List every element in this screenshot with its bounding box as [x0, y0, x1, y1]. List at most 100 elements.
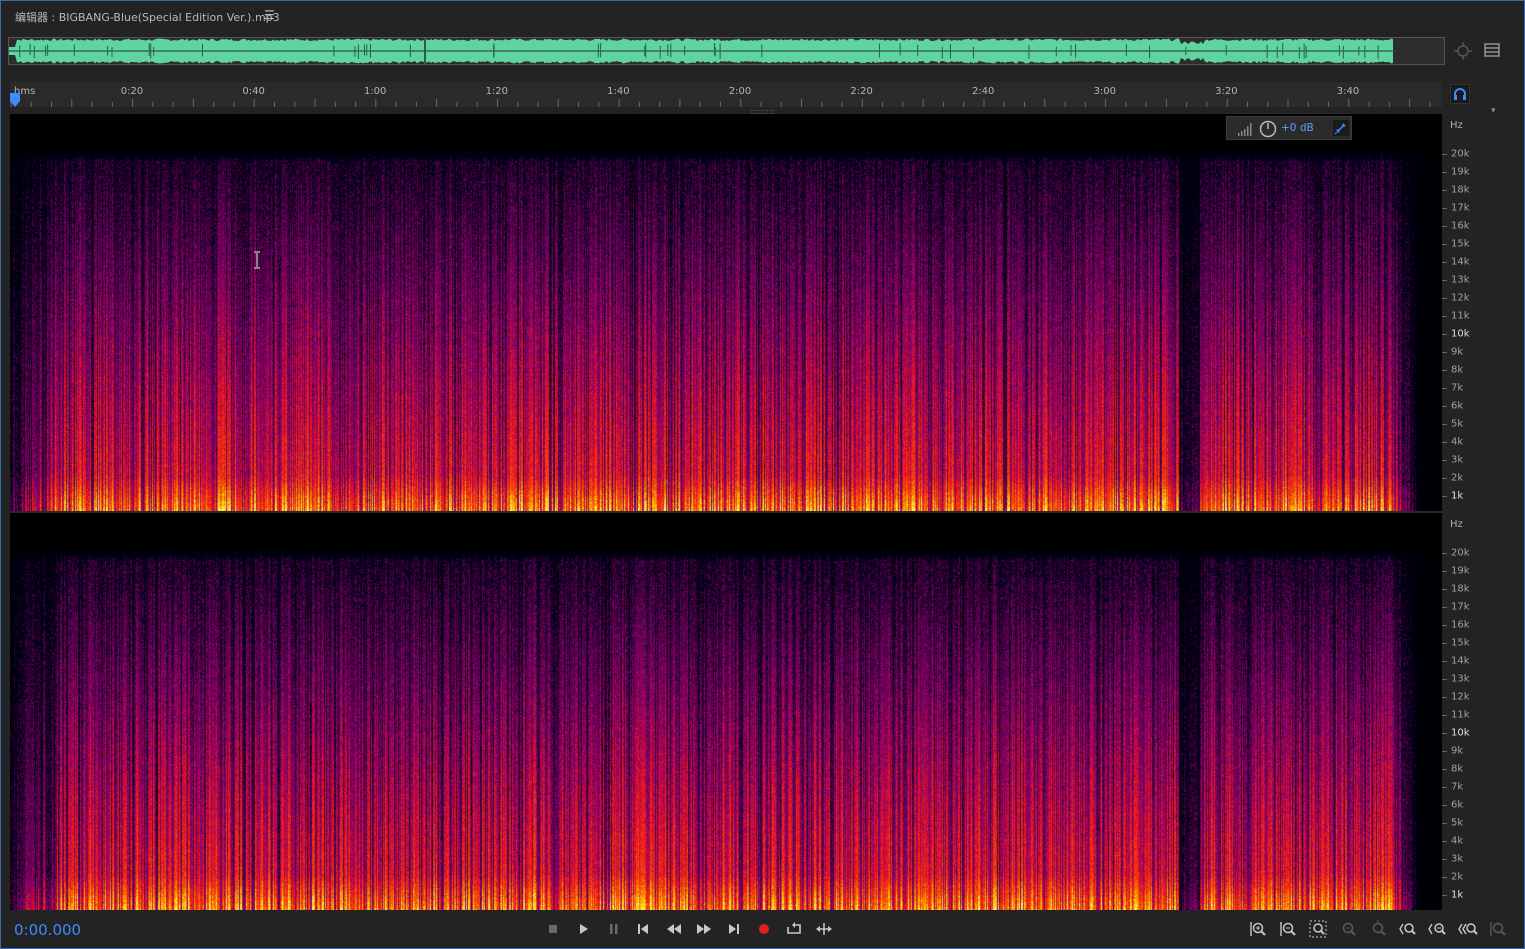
frequency-tick — [1442, 805, 1447, 806]
panel-menu-icon[interactable] — [1483, 41, 1501, 59]
zoom-in-left-icon — [1399, 923, 1416, 935]
frequency-tick — [1442, 859, 1447, 860]
signal-level-icon — [1238, 123, 1252, 136]
frequency-label: 11k — [1451, 709, 1470, 721]
frequency-tick — [1442, 643, 1447, 644]
frequency-tick — [1442, 625, 1447, 626]
editor-title: 编辑器 : BIGBANG-Blue(Special Edition Ver.)… — [15, 11, 280, 24]
frequency-label: 13k — [1451, 274, 1470, 286]
frequency-scale-right: Hz 20k 19k 18k 17k 16k 15k 14k 13k 12k 11k 10k 9k 8k… — [1442, 513, 1516, 910]
zoom-navigator-icon[interactable] — [1453, 41, 1473, 61]
zoom-in-left-button[interactable] — [1398, 919, 1418, 939]
ruler-tick-marks — [10, 99, 1431, 107]
stop-icon — [549, 925, 557, 933]
zoom-in-time-icon — [1428, 923, 1446, 935]
frequency-tick — [1442, 607, 1447, 608]
zoom-in-amplitude-icon — [1250, 922, 1266, 936]
frequency-label: 11k — [1451, 310, 1470, 322]
zoom-in-amplitude-button[interactable] — [1248, 919, 1268, 939]
zoom-center-icon — [1372, 920, 1386, 936]
frequency-tick — [1442, 553, 1447, 554]
gain-hud: +0 dB — [1226, 116, 1352, 140]
channel-mode-button[interactable] — [1450, 84, 1470, 104]
zoom-out-full-button[interactable] — [1338, 919, 1358, 939]
play-icon — [580, 924, 588, 934]
rewind-button[interactable] — [664, 919, 684, 939]
zoom-out-full-icon — [1342, 922, 1356, 936]
headphones-icon — [1454, 88, 1466, 100]
frequency-tick — [1442, 877, 1447, 878]
fast-forward-button[interactable] — [694, 919, 714, 939]
frequency-tick — [1442, 244, 1447, 245]
frequency-label: 5k — [1451, 418, 1464, 430]
frequency-tick — [1442, 442, 1447, 443]
zoom-reset-button[interactable] — [1308, 919, 1328, 939]
pin-button[interactable] — [1333, 120, 1349, 136]
zoom-center-button[interactable] — [1368, 919, 1388, 939]
hamburger-menu-icon[interactable]: ☰ — [264, 8, 275, 22]
editor-window: 编辑器 : BIGBANG-Blue(Special Edition Ver.)… — [0, 0, 1525, 949]
frequency-tick — [1442, 478, 1447, 479]
fast-forward-icon — [697, 924, 711, 934]
record-icon — [759, 924, 769, 934]
zoom-selection-button[interactable] — [1488, 919, 1508, 939]
frequency-label: 2k — [1451, 472, 1464, 484]
frequency-tick — [1442, 208, 1447, 209]
frequency-label: 6k — [1451, 799, 1464, 811]
rewind-icon — [667, 924, 681, 934]
frequency-tick — [1442, 316, 1447, 317]
spectrogram-channel-right[interactable] — [10, 513, 1442, 910]
zoom-out-time-button[interactable] — [1458, 919, 1478, 939]
frequency-tick — [1442, 154, 1447, 155]
pin-icon — [1334, 123, 1346, 135]
stop-button[interactable] — [543, 919, 563, 939]
frequency-tick — [1442, 424, 1447, 425]
frequency-tick — [1442, 226, 1447, 227]
frequency-tick — [1442, 733, 1447, 734]
pause-button[interactable] — [604, 919, 624, 939]
frequency-label: 14k — [1451, 256, 1470, 268]
spectral-display[interactable] — [10, 114, 1442, 910]
transport-bar: 0:00.000 — [2, 911, 1524, 948]
frequency-tick — [1442, 370, 1447, 371]
frequency-label: 8k — [1451, 364, 1464, 376]
frequency-label: 4k — [1451, 436, 1464, 448]
overview-waveform[interactable] — [8, 37, 1445, 65]
frequency-label: 16k — [1451, 619, 1470, 631]
frequency-label: 3k — [1451, 454, 1464, 466]
frequency-unit-label: Hz — [1450, 120, 1463, 131]
loop-button[interactable] — [784, 919, 804, 939]
zoom-out-amplitude-button[interactable] — [1278, 919, 1298, 939]
zoom-in-time-button[interactable] — [1428, 919, 1448, 939]
record-button[interactable] — [754, 919, 774, 939]
chevron-down-icon[interactable]: ▾ — [1491, 106, 1496, 116]
frequency-tick — [1442, 280, 1447, 281]
frequency-label: 1k — [1451, 490, 1464, 502]
go-to-start-button[interactable] — [633, 919, 653, 939]
frequency-label: 13k — [1451, 673, 1470, 685]
frequency-label: 19k — [1451, 166, 1470, 178]
frequency-tick — [1442, 715, 1447, 716]
frequency-label: 17k — [1451, 202, 1470, 214]
frequency-tick — [1442, 661, 1447, 662]
frequency-label: 7k — [1451, 781, 1464, 793]
time-ruler[interactable]: hms 0:20 0:40 1:00 1:20 1:40 2:00 2:20 2:40 3:00… — [10, 82, 1442, 107]
frequency-tick — [1442, 895, 1447, 896]
timecode-display[interactable]: 0:00.000 — [14, 921, 81, 939]
frequency-label: 20k — [1451, 148, 1470, 160]
gain-value[interactable]: +0 dB — [1281, 122, 1314, 134]
play-button[interactable] — [573, 919, 593, 939]
frequency-tick — [1442, 679, 1447, 680]
skip-selection-button[interactable] — [814, 919, 834, 939]
frequency-label: 19k — [1451, 565, 1470, 577]
go-to-end-button[interactable] — [724, 919, 744, 939]
playhead-marker[interactable] — [10, 93, 20, 107]
frequency-tick — [1442, 262, 1447, 263]
gain-knob-icon[interactable] — [1259, 120, 1277, 138]
frequency-tick — [1442, 571, 1447, 572]
text-cursor-icon — [254, 251, 260, 269]
spectrogram-channel-left[interactable] — [10, 114, 1442, 511]
overview-waveform-graphic — [9, 38, 1394, 64]
skip-icon — [816, 923, 832, 935]
frequency-scale[interactable]: Hz 20k 19k 18k 17k 16k 15k 14k 13k 12k 11k 10k 9k 8k… — [1442, 114, 1516, 910]
